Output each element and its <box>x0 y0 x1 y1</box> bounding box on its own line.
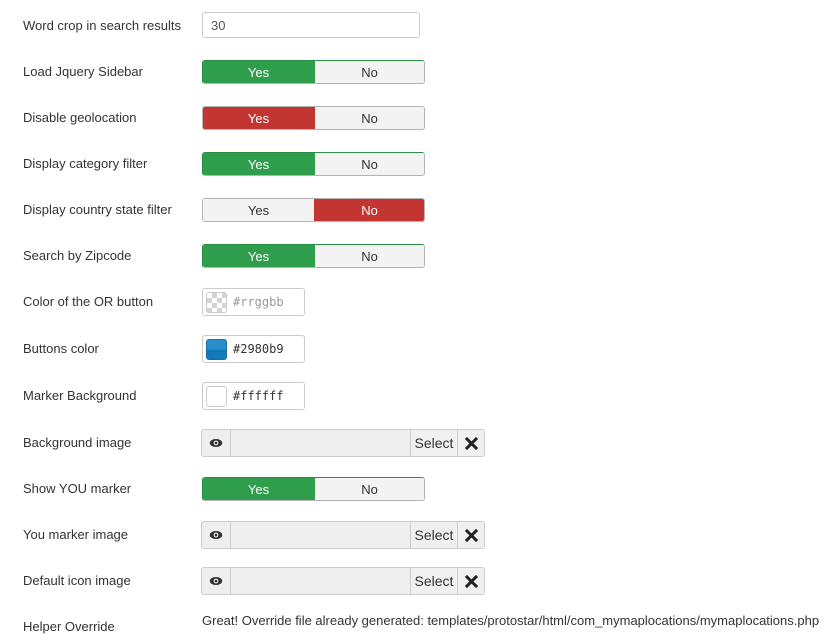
label-default-icon-image: Default icon image <box>23 573 131 588</box>
load-jquery-sidebar-toggle: Yes No <box>202 60 425 84</box>
disable-geolocation-toggle: Yes No <box>202 106 425 130</box>
background-image-path-input[interactable] <box>231 430 410 456</box>
label-search-by-zipcode: Search by Zipcode <box>23 248 132 263</box>
label-load-jquery-sidebar: Load Jquery Sidebar <box>23 64 143 79</box>
search-by-zipcode-yes[interactable]: Yes <box>203 245 315 267</box>
marker-background-swatch-icon[interactable] <box>206 385 227 407</box>
buttons-color-value: #2980b9 <box>233 342 284 356</box>
marker-background-value: #ffffff <box>233 389 284 403</box>
label-show-you-marker: Show YOU marker <box>23 481 132 496</box>
marker-background-field[interactable]: #ffffff <box>202 382 305 410</box>
label-you-marker-image: You marker image <box>23 527 129 542</box>
load-jquery-sidebar-no[interactable]: No <box>315 61 424 83</box>
display-country-state-filter-yes[interactable]: Yes <box>203 199 315 221</box>
you-marker-image-clear-button[interactable] <box>457 522 484 548</box>
helper-override-message: Great! Override file already generated: … <box>202 613 820 628</box>
default-icon-image-path-input[interactable] <box>231 568 410 594</box>
background-image-select-button[interactable]: Select <box>410 430 457 456</box>
you-marker-image-select-button[interactable]: Select <box>410 522 457 548</box>
close-icon <box>464 528 478 542</box>
label-display-category-filter: Display category filter <box>23 156 148 171</box>
default-icon-image-media-field: Select <box>201 567 485 595</box>
label-disable-geolocation: Disable geolocation <box>23 110 137 125</box>
background-image-clear-button[interactable] <box>457 430 484 456</box>
disable-geolocation-no[interactable]: No <box>315 107 424 129</box>
or-button-color-placeholder: #rrggbb <box>233 295 284 309</box>
search-by-zipcode-no[interactable]: No <box>315 245 424 267</box>
load-jquery-sidebar-yes[interactable]: Yes <box>203 61 315 83</box>
disable-geolocation-yes[interactable]: Yes <box>203 107 315 129</box>
search-by-zipcode-toggle: Yes No <box>202 244 425 268</box>
you-marker-image-preview-button[interactable] <box>202 522 231 548</box>
buttons-color-field[interactable]: #2980b9 <box>202 335 305 363</box>
close-icon <box>464 574 478 588</box>
or-button-color-field[interactable]: #rrggbb <box>202 288 305 316</box>
label-helper-override: Helper Override <box>23 619 115 634</box>
eye-icon <box>209 531 223 539</box>
background-image-media-field: Select <box>201 429 485 457</box>
show-you-marker-no[interactable]: No <box>315 478 424 500</box>
label-display-country-state-filter: Display country state filter <box>23 202 172 217</box>
close-icon <box>464 436 478 450</box>
eye-icon <box>209 577 223 585</box>
eye-icon <box>209 439 223 447</box>
default-icon-image-select-button[interactable]: Select <box>410 568 457 594</box>
you-marker-image-path-input[interactable] <box>231 522 410 548</box>
display-category-filter-no[interactable]: No <box>315 153 424 175</box>
default-icon-image-preview-button[interactable] <box>202 568 231 594</box>
display-country-state-filter-toggle: Yes No <box>202 198 425 222</box>
transparent-swatch-icon[interactable] <box>206 291 227 313</box>
label-word-crop: Word crop in search results <box>23 18 181 33</box>
buttons-color-swatch-icon[interactable] <box>206 338 227 360</box>
label-or-button-color: Color of the OR button <box>23 294 154 309</box>
show-you-marker-yes[interactable]: Yes <box>203 478 315 500</box>
show-you-marker-toggle: Yes No <box>202 477 425 501</box>
you-marker-image-media-field: Select <box>201 521 485 549</box>
label-buttons-color: Buttons color <box>23 341 99 356</box>
label-background-image: Background image <box>23 435 132 450</box>
display-category-filter-toggle: Yes No <box>202 152 425 176</box>
display-country-state-filter-no[interactable]: No <box>315 199 424 221</box>
default-icon-image-clear-button[interactable] <box>457 568 484 594</box>
label-marker-background: Marker Background <box>23 388 137 403</box>
word-crop-input[interactable] <box>202 12 420 38</box>
display-category-filter-yes[interactable]: Yes <box>203 153 315 175</box>
background-image-preview-button[interactable] <box>202 430 231 456</box>
